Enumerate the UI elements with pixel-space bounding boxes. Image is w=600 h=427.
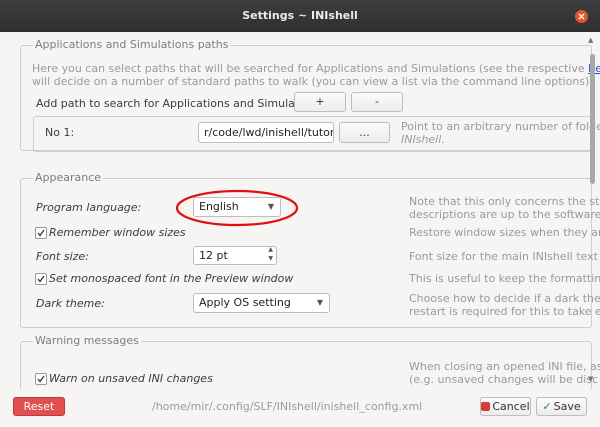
dialog-footer: Reset /home/mir/.config/SLF/INIshell/ini… (0, 389, 600, 427)
save-button-label: Save (553, 400, 581, 413)
remove-path-button[interactable]: - (351, 92, 403, 112)
dark-theme-label: Dark theme: (36, 297, 105, 310)
paths-desc-text: Here you can select paths that will be s… (32, 62, 585, 75)
scrollbar-thumb[interactable] (590, 54, 595, 184)
config-path-label: /home/mir/.config/SLF/INIshell/inishell_… (152, 400, 423, 413)
font-size-help: Font size for the main INIshell text e (409, 250, 600, 263)
monospaced-font-help: This is useful to keep the formatting (409, 272, 600, 285)
monospaced-font-label: Set monospaced font in the Preview windo… (49, 272, 294, 285)
font-size-spinbox[interactable]: 12 pt ▲ ▼ (193, 246, 277, 265)
highlight-ellipse (175, 189, 299, 227)
path-entry-label: No 1: (45, 126, 75, 139)
paths-desc-line2: will decide on a number of standard path… (32, 75, 593, 88)
reset-button[interactable]: Reset (13, 397, 65, 416)
add-path-button[interactable]: + (294, 92, 346, 112)
language-help-line2: descriptions are up to the software's (409, 208, 600, 221)
scroll-down-icon[interactable]: ▼ (588, 375, 593, 383)
checkmark-save-icon: ✓ (542, 400, 552, 413)
language-label: Program language: (36, 201, 142, 214)
paths-description: Here you can select paths that will be s… (32, 62, 600, 75)
vertical-scrollbar[interactable]: ▲ ▼ (588, 36, 596, 386)
checkmark-icon (37, 275, 45, 283)
add-path-label: Add path to search for Applications and … (36, 97, 326, 110)
browse-path-button[interactable]: ... (339, 122, 390, 143)
warnings-group-title: Warning messages (33, 334, 141, 347)
spin-arrows-icon[interactable]: ▲ ▼ (268, 247, 273, 263)
settings-content: Applications and Simulations paths Here … (0, 32, 600, 389)
cancel-button-label: Cancel (492, 400, 530, 413)
window-title: Settings ~ INIshell (242, 9, 358, 22)
appearance-group-title: Appearance (33, 171, 104, 184)
warn-unsaved-label: Warn on unsaved INI changes (49, 372, 213, 385)
language-help-line1: Note that this only concerns the stat (409, 195, 600, 208)
save-button[interactable]: ✓ Save (536, 397, 587, 416)
warn-unsaved-checkbox[interactable] (35, 373, 47, 385)
path-help-line1: Point to an arbitrary number of folde (401, 120, 600, 133)
font-size-label: Font size: (36, 250, 89, 263)
title-bar: Settings ~ INIshell (0, 0, 600, 32)
remember-help: Restore window sizes when they are (409, 226, 600, 239)
path-entry-input[interactable]: r/code/lwd/inishell/tutorial (198, 122, 334, 143)
paths-group-title: Applications and Simulations paths (33, 38, 231, 51)
cancel-icon (481, 402, 491, 411)
cancel-button[interactable]: Cancel (480, 397, 531, 416)
dark-theme-help-line1: Choose how to decide if a dark theme (409, 292, 600, 305)
remember-window-sizes-checkbox[interactable] (35, 227, 47, 239)
warnings-help-line1: When closing an opened INI file, ask (409, 360, 600, 373)
remember-window-sizes-label: Remember window sizes (49, 226, 186, 239)
monospaced-font-checkbox[interactable] (35, 273, 47, 285)
warnings-help-line2: (e.g. unsaved changes will be disc (409, 373, 599, 386)
dark-theme-select[interactable]: Apply OS setting ▼ (193, 293, 330, 313)
chevron-down-icon: ▼ (316, 298, 323, 307)
close-icon (578, 13, 585, 20)
close-button[interactable] (575, 10, 588, 23)
dark-theme-help-line2: restart is required for this to take ef (409, 305, 600, 318)
checkmark-icon (37, 229, 45, 237)
dark-theme-value: Apply OS setting (199, 296, 291, 309)
checkmark-icon (37, 375, 45, 383)
path-help-line2: INIshell. (401, 133, 445, 146)
font-size-value: 12 pt (199, 249, 228, 262)
scroll-up-icon[interactable]: ▲ (588, 36, 593, 44)
